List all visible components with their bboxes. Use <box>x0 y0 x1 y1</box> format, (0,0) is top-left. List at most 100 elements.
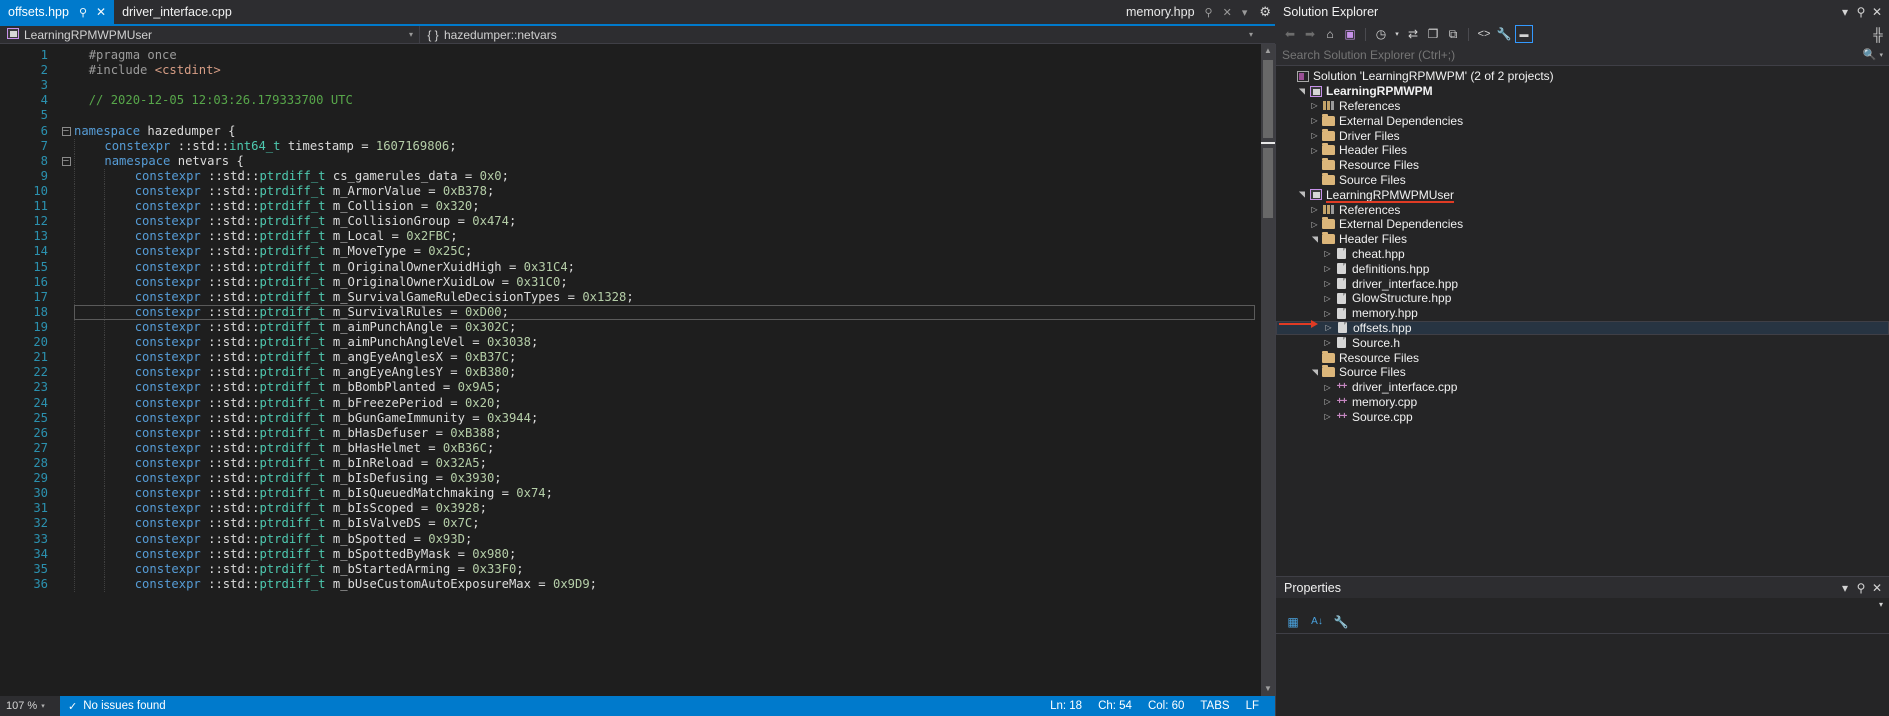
code-line[interactable]: 25 constexpr ::std::ptrdiff_t m_bGunGame… <box>0 410 1261 426</box>
pending-changes-caret-icon[interactable]: ▾ <box>1392 25 1402 43</box>
back-icon[interactable]: ⬅ <box>1281 25 1299 43</box>
chevron-right-icon[interactable]: ▷ <box>1322 323 1335 332</box>
collapse-all-icon[interactable]: ⧉ <box>1444 25 1462 43</box>
chevron-right-icon[interactable]: ▷ <box>1321 249 1334 258</box>
tree-item[interactable]: ▷ References <box>1276 202 1889 217</box>
chevron-down-icon[interactable]: ▾ <box>1837 5 1853 19</box>
properties-wrench-icon[interactable]: 🔧 <box>1332 613 1350 631</box>
code-line[interactable]: 29 constexpr ::std::ptrdiff_t m_bIsDefus… <box>0 471 1261 487</box>
split-view-button[interactable]: ╬ <box>1867 26 1889 44</box>
code-line[interactable]: 16 constexpr ::std::ptrdiff_t m_Original… <box>0 274 1261 290</box>
code-line[interactable]: 21 constexpr ::std::ptrdiff_t m_angEyeAn… <box>0 350 1261 366</box>
chevron-down-icon[interactable]: ▾ <box>41 702 45 710</box>
editor-vertical-scrollbar[interactable]: ▲ ▼ <box>1261 44 1275 696</box>
code-line[interactable]: 35 constexpr ::std::ptrdiff_t m_bStarted… <box>0 561 1261 577</box>
code-line[interactable]: 6– namespace hazedumper { <box>0 124 1261 139</box>
tree-item[interactable]: ◢ LearningRPMWPM <box>1276 84 1889 99</box>
refresh-icon[interactable]: ❐ <box>1424 25 1442 43</box>
code-line[interactable]: 1 #pragma once <box>0 48 1261 63</box>
tree-item[interactable]: ▷ cheat.hpp <box>1276 247 1889 262</box>
navbar-right-caret[interactable]: ▾ <box>1243 26 1275 44</box>
chevron-right-icon[interactable]: ▷ <box>1308 101 1321 110</box>
navbar-member-dropdown[interactable]: { } hazedumper::netvars <box>420 26 1243 44</box>
tree-item[interactable]: ▷ References <box>1276 99 1889 114</box>
chevron-right-icon[interactable]: ▷ <box>1321 309 1334 318</box>
chevron-down-icon[interactable]: ▾ <box>1837 581 1853 595</box>
tree-item[interactable]: ▷ driver_interface.hpp <box>1276 276 1889 291</box>
categorized-icon[interactable]: ▦ <box>1284 613 1302 631</box>
tree-item[interactable]: ▷ memory.hpp <box>1276 306 1889 321</box>
search-icon[interactable]: 🔍 <box>1863 48 1877 61</box>
code-line[interactable]: 27 constexpr ::std::ptrdiff_t m_bHasHelm… <box>0 440 1261 456</box>
code-line[interactable]: 19 constexpr ::std::ptrdiff_t m_aimPunch… <box>0 319 1261 335</box>
chevron-down-icon[interactable]: ◢ <box>1310 366 1319 379</box>
tree-item[interactable]: ▷ External Dependencies <box>1276 113 1889 128</box>
chevron-right-icon[interactable]: ▷ <box>1308 146 1321 155</box>
code-line[interactable]: 23 constexpr ::std::ptrdiff_t m_bBombPla… <box>0 380 1261 396</box>
scroll-up-arrow-icon[interactable]: ▲ <box>1261 44 1275 58</box>
code-line[interactable]: 4 // 2020-12-05 12:03:26.179333700 UTC <box>0 93 1261 108</box>
tree-item[interactable]: Solution 'LearningRPMWPM' (2 of 2 projec… <box>1276 69 1889 84</box>
search-input[interactable] <box>1282 47 1863 62</box>
chevron-right-icon[interactable]: ▷ <box>1321 338 1334 347</box>
fold-collapse-icon[interactable]: – <box>58 126 74 136</box>
show-all-files-icon[interactable]: <> <box>1475 25 1493 43</box>
code-line[interactable]: 26 constexpr ::std::ptrdiff_t m_bHasDefu… <box>0 425 1261 441</box>
code-line[interactable]: 24 constexpr ::std::ptrdiff_t m_bFreezeP… <box>0 395 1261 411</box>
pin-icon[interactable]: ⚲ <box>1853 581 1869 595</box>
home-icon[interactable]: ⌂ <box>1321 25 1339 43</box>
search-dropdown-caret-icon[interactable]: ▾ <box>1879 51 1883 59</box>
alphabetical-sort-icon[interactable]: A↓ <box>1308 613 1326 631</box>
pin-icon[interactable]: ⚲ <box>1205 6 1213 19</box>
chevron-right-icon[interactable]: ▷ <box>1321 279 1334 288</box>
tree-item[interactable]: ◢ Source Files <box>1276 365 1889 380</box>
tree-item[interactable]: Source Files <box>1276 172 1889 188</box>
code-line[interactable]: 12 constexpr ::std::ptrdiff_t m_Collisio… <box>0 214 1261 230</box>
code-line[interactable]: 20 constexpr ::std::ptrdiff_t m_aimPunch… <box>0 335 1261 351</box>
tree-item[interactable]: ▷ definitions.hpp <box>1276 261 1889 276</box>
scrollbar-thumb[interactable] <box>1263 60 1273 138</box>
chevron-down-icon[interactable]: ▾ <box>1242 6 1248 19</box>
tree-item[interactable]: ▷ Header Files <box>1276 143 1889 158</box>
code-line[interactable]: 13 constexpr ::std::ptrdiff_t m_Local = … <box>0 229 1261 245</box>
tree-item[interactable]: ▷ ++ driver_interface.cpp <box>1276 380 1889 395</box>
tree-item[interactable]: ▷ ++ Source.cpp <box>1276 409 1889 424</box>
preview-selected-items-icon[interactable]: ▬ <box>1515 25 1533 43</box>
properties-wrench-icon[interactable]: 🔧 <box>1495 25 1513 43</box>
chevron-right-icon[interactable]: ▷ <box>1321 383 1334 392</box>
tree-item[interactable]: ▷ GlowStructure.hpp <box>1276 291 1889 306</box>
code-line[interactable]: 8– namespace netvars { <box>0 153 1261 169</box>
tree-item[interactable]: ▷ offsets.hpp <box>1276 320 1889 336</box>
code-line[interactable]: 3 <box>0 78 1261 93</box>
code-line[interactable]: 36 constexpr ::std::ptrdiff_t m_bUseCust… <box>0 576 1261 592</box>
code-line[interactable]: 18 constexpr ::std::ptrdiff_t m_Survival… <box>0 304 1261 320</box>
chevron-right-icon[interactable]: ▷ <box>1308 220 1321 229</box>
code-line[interactable]: 28 constexpr ::std::ptrdiff_t m_bInReloa… <box>0 455 1261 471</box>
chevron-right-icon[interactable]: ▷ <box>1321 397 1334 406</box>
chevron-right-icon[interactable]: ▷ <box>1308 131 1321 140</box>
status-tabs[interactable]: TABS <box>1192 696 1237 716</box>
sync-with-active-document-icon[interactable]: ⇄ <box>1404 25 1422 43</box>
chevron-down-icon[interactable]: ▾ <box>1249 30 1253 39</box>
chevron-right-icon[interactable]: ▷ <box>1308 205 1321 214</box>
code-line[interactable]: 15 constexpr ::std::ptrdiff_t m_Original… <box>0 259 1261 275</box>
fold-collapse-icon[interactable]: – <box>58 156 74 166</box>
code-line[interactable]: 11 constexpr ::std::ptrdiff_t m_Collisio… <box>0 199 1261 215</box>
solution-explorer-tree[interactable]: Solution 'LearningRPMWPM' (2 of 2 projec… <box>1276 66 1889 576</box>
close-icon[interactable]: ✕ <box>1223 6 1232 19</box>
tree-item[interactable]: ▷ Driver Files <box>1276 128 1889 143</box>
scroll-down-arrow-icon[interactable]: ▼ <box>1261 682 1275 696</box>
code-line[interactable]: 33 constexpr ::std::ptrdiff_t m_bSpotted… <box>0 531 1261 547</box>
solution-explorer-search[interactable]: 🔍 ▾ <box>1276 44 1889 66</box>
code-editor[interactable]: 1 #pragma once 2 #include <cstdint> 3 4 // … <box>0 44 1275 696</box>
chevron-down-icon[interactable]: ▾ <box>409 30 413 39</box>
code-line[interactable]: 5 <box>0 108 1261 123</box>
pin-icon[interactable]: ⚲ <box>79 6 87 19</box>
close-icon[interactable]: ✕ <box>96 5 106 19</box>
tree-item[interactable]: ▷ Source.h <box>1276 335 1889 350</box>
chevron-right-icon[interactable]: ▷ <box>1321 412 1334 421</box>
navbar-scope-dropdown[interactable]: LearningRPMWPMUser ▾ <box>0 25 420 44</box>
close-icon[interactable]: ✕ <box>1869 5 1885 19</box>
status-eol[interactable]: LF <box>1238 696 1275 716</box>
close-icon[interactable]: ✕ <box>1869 581 1885 595</box>
